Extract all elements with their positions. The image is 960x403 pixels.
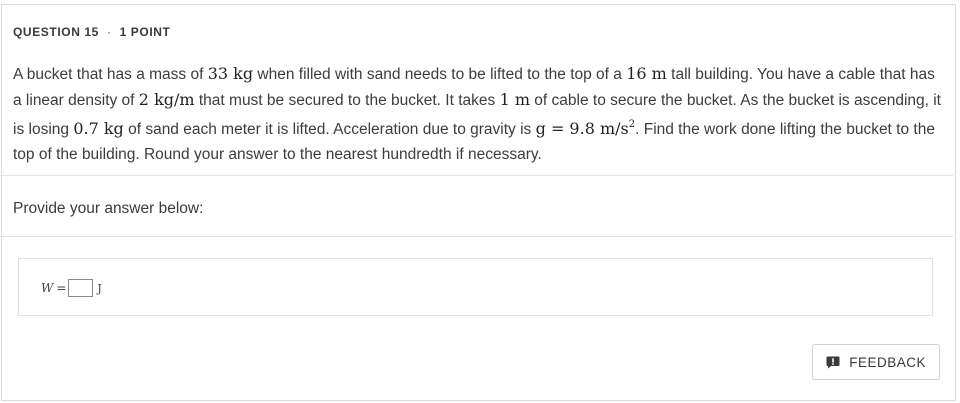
feedback-bubble-icon <box>826 356 840 368</box>
question-points: 1 POINT <box>119 25 171 39</box>
cable-length-value: 1 m <box>499 89 530 109</box>
answer-input[interactable] <box>68 279 94 297</box>
gravity-value: g = 9.8 m/s2 <box>536 119 636 138</box>
density-value: 2 kg/m <box>138 89 195 109</box>
answer-container: W = J <box>18 258 933 316</box>
section-divider <box>0 236 953 237</box>
question-number: QUESTION 15 <box>13 25 99 39</box>
answer-label: Provide your answer below: <box>13 200 204 217</box>
prompt-text: A bucket that has a mass of <box>13 66 208 83</box>
question-prompt: A bucket that has a mass of 33 kg when f… <box>13 62 943 167</box>
feedback-label: FEEDBACK <box>849 354 926 370</box>
answer-equation: W = J <box>41 279 102 297</box>
equals-sign: = <box>56 281 67 295</box>
answer-unit: J <box>97 281 102 295</box>
sand-loss-value: 0.7 kg <box>73 119 124 138</box>
feedback-button[interactable]: FEEDBACK <box>812 344 940 380</box>
height-value: 16 m <box>626 64 667 83</box>
section-divider <box>0 175 953 176</box>
answer-variable: W <box>41 281 54 295</box>
question-header: QUESTION 15 · 1 POINT <box>13 25 170 39</box>
mass-value: 33 kg <box>207 64 254 83</box>
prompt-text: when filled with sand needs to be lifted… <box>253 66 627 83</box>
prompt-text: of sand each meter it is lifted. Acceler… <box>123 121 536 138</box>
header-separator: · <box>106 25 112 39</box>
prompt-text: that must be secured to the bucket. It t… <box>194 91 500 109</box>
gravity-base: g = 9.8 m/s <box>535 119 629 138</box>
